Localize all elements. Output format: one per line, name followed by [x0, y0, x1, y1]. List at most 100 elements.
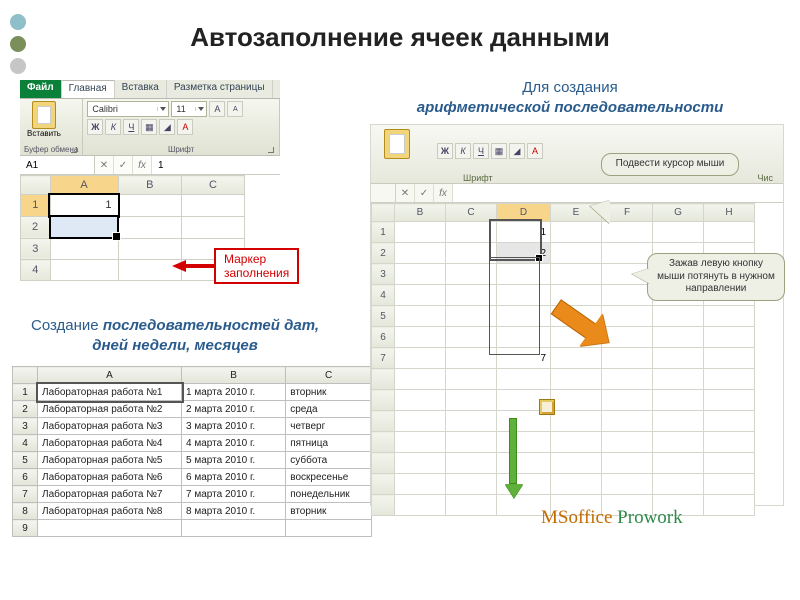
col-header-C[interactable]: C [182, 176, 245, 195]
cell[interactable] [653, 411, 704, 432]
row-header[interactable] [372, 474, 395, 495]
cell[interactable] [551, 411, 602, 432]
cell[interactable]: Лабораторная работа №3 [38, 418, 182, 435]
cell[interactable] [395, 222, 446, 243]
cell[interactable]: суббота [286, 452, 372, 469]
cell[interactable]: пятница [286, 435, 372, 452]
cell[interactable] [446, 369, 497, 390]
cell[interactable] [653, 306, 704, 327]
cell[interactable] [602, 222, 653, 243]
cell[interactable]: 1 марта 2010 г. [182, 384, 286, 401]
cell[interactable] [118, 216, 182, 238]
cell[interactable] [446, 453, 497, 474]
cell[interactable] [704, 453, 755, 474]
cell[interactable]: Лабораторная работа №6 [38, 469, 182, 486]
cell[interactable] [446, 432, 497, 453]
cell[interactable] [395, 243, 446, 264]
col-header[interactable]: C [286, 367, 372, 384]
cell[interactable] [497, 306, 551, 327]
cell-D7[interactable]: 7 [497, 348, 551, 369]
cell[interactable]: Лабораторная работа №7 [38, 486, 182, 503]
cell[interactable] [704, 495, 755, 516]
row-header[interactable]: 4 [13, 435, 38, 452]
cell[interactable] [551, 369, 602, 390]
cell[interactable] [182, 195, 245, 217]
bold-button[interactable]: Ж [87, 119, 103, 135]
cell[interactable] [704, 432, 755, 453]
cell[interactable]: 5 марта 2010 г. [182, 452, 286, 469]
cell[interactable] [182, 520, 286, 537]
row-header[interactable] [372, 453, 395, 474]
cell[interactable] [653, 222, 704, 243]
row-header[interactable]: 5 [372, 306, 395, 327]
row-header[interactable] [372, 432, 395, 453]
cell[interactable] [395, 285, 446, 306]
fx-icon[interactable]: fx [133, 156, 152, 174]
cell[interactable] [551, 474, 602, 495]
cell[interactable] [38, 520, 182, 537]
cell[interactable] [602, 348, 653, 369]
cell[interactable] [395, 432, 446, 453]
cell[interactable] [704, 348, 755, 369]
col-header[interactable]: B [395, 204, 446, 222]
cell[interactable] [446, 411, 497, 432]
cell[interactable] [446, 264, 497, 285]
cancel-icon[interactable]: ✕ [95, 156, 114, 174]
cell[interactable]: среда [286, 401, 372, 418]
border-button[interactable]: ▦ [141, 119, 157, 135]
italic-button[interactable]: К [455, 143, 471, 159]
cell[interactable]: 2 марта 2010 г. [182, 401, 286, 418]
cell[interactable] [50, 238, 118, 260]
cell[interactable] [395, 306, 446, 327]
cell[interactable] [446, 495, 497, 516]
cell[interactable]: вторник [286, 384, 372, 401]
cell[interactable] [653, 432, 704, 453]
font-color-button[interactable]: A [177, 119, 193, 135]
cell[interactable] [602, 411, 653, 432]
cell[interactable] [50, 260, 118, 281]
row-header[interactable] [372, 390, 395, 411]
cell[interactable] [395, 495, 446, 516]
cell[interactable] [704, 390, 755, 411]
row-header[interactable]: 9 [13, 520, 38, 537]
col-header[interactable]: C [446, 204, 497, 222]
row-header[interactable]: 8 [13, 503, 38, 520]
paste-button[interactable]: Вставить [24, 101, 64, 138]
fill-handle[interactable] [112, 232, 121, 241]
row-header[interactable] [372, 495, 395, 516]
col-header-active[interactable]: D [497, 204, 551, 222]
cell[interactable] [551, 453, 602, 474]
row-header[interactable]: 2 [13, 401, 38, 418]
col-header[interactable]: G [653, 204, 704, 222]
cell[interactable]: Лабораторная работа №5 [38, 452, 182, 469]
row-header[interactable]: 6 [13, 469, 38, 486]
tab-insert[interactable]: Вставка [115, 80, 167, 98]
cell[interactable] [446, 474, 497, 495]
enter-icon[interactable]: ✓ [114, 156, 133, 174]
row-header[interactable]: 7 [13, 486, 38, 503]
cell[interactable] [704, 474, 755, 495]
cell[interactable] [653, 453, 704, 474]
cell[interactable]: 4 марта 2010 г. [182, 435, 286, 452]
cell[interactable] [182, 216, 245, 238]
cell[interactable] [497, 285, 551, 306]
cell[interactable] [653, 369, 704, 390]
row-header[interactable]: 7 [372, 348, 395, 369]
cell[interactable] [446, 243, 497, 264]
cell[interactable] [118, 195, 182, 217]
cell[interactable] [704, 411, 755, 432]
cell[interactable] [602, 432, 653, 453]
cell[interactable]: понедельник [286, 486, 372, 503]
cell[interactable] [497, 264, 551, 285]
cell[interactable] [602, 453, 653, 474]
cell[interactable] [395, 411, 446, 432]
col-header-B[interactable]: B [118, 176, 182, 195]
row-header[interactable]: 4 [372, 285, 395, 306]
cell[interactable] [653, 327, 704, 348]
formula-input[interactable]: 1 [152, 156, 280, 174]
cell[interactable] [395, 264, 446, 285]
cell[interactable] [446, 306, 497, 327]
cell[interactable]: 3 марта 2010 г. [182, 418, 286, 435]
cell-A1[interactable]: 1 [50, 195, 118, 217]
formula-input[interactable] [453, 184, 783, 202]
